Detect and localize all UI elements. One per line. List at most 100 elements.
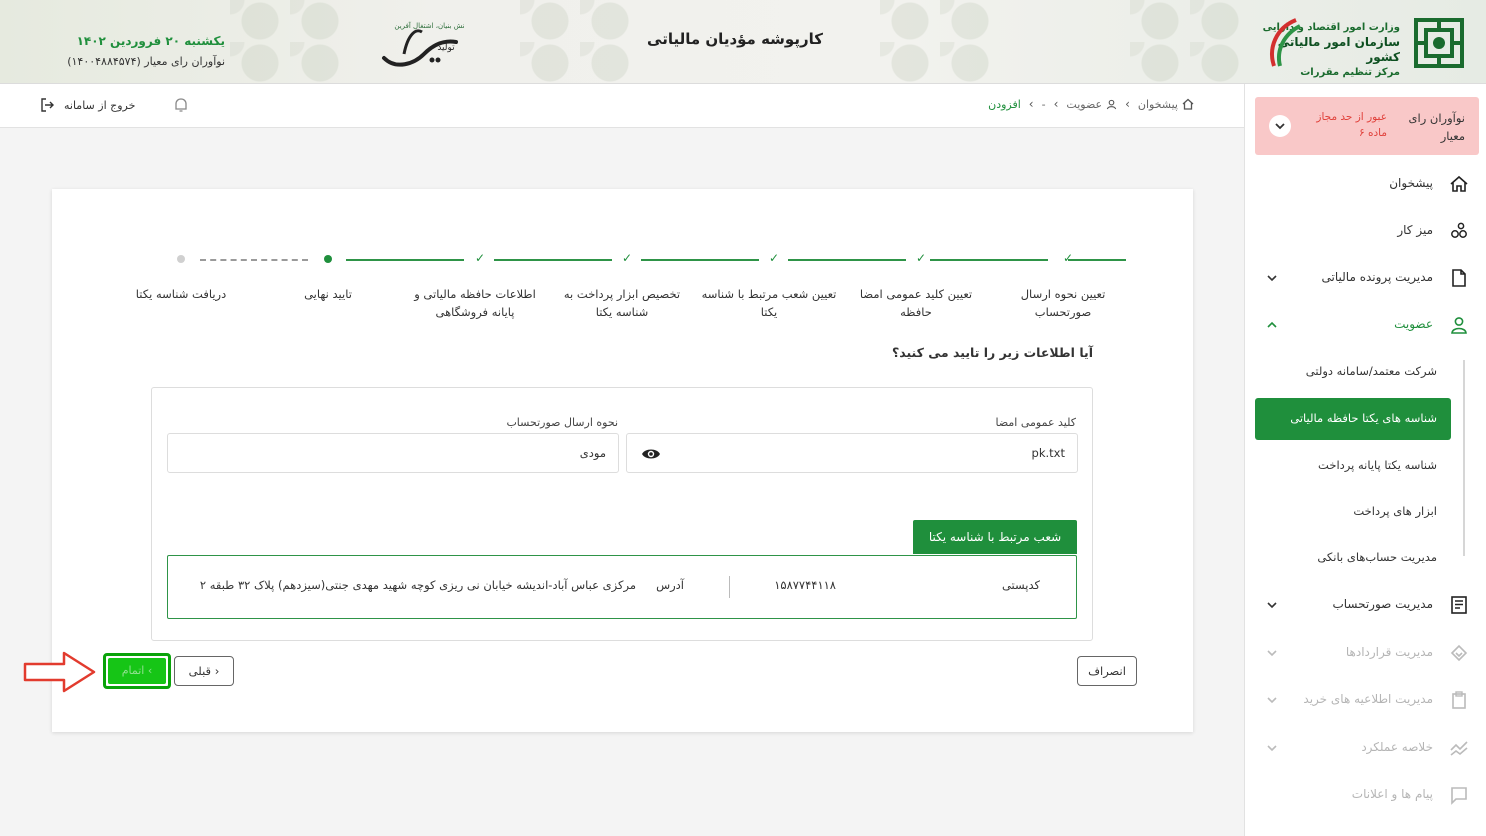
chevron-down-icon bbox=[1267, 602, 1277, 609]
banner-user: نوآوران رای معیار (۱۴۰۰۴۸۸۴۵۷۴) bbox=[67, 55, 225, 68]
prev-button[interactable]: قبلی › bbox=[174, 656, 234, 686]
sidebar-subitem-fiscal-memory-ids[interactable]: شناسه های یکتا حافظه مالیاتی bbox=[1255, 398, 1451, 440]
breadcrumb-home[interactable]: پیشخوان bbox=[1138, 98, 1194, 111]
step-label: تعیین کلید عمومی امضا حافظه bbox=[859, 287, 973, 319]
wizard-card: ✓ ✓ ✓ ✓ ✓ تعیین نحوه ارسال صورتحساب تعیی… bbox=[52, 189, 1193, 732]
chevron-left-icon: ‹ bbox=[1125, 97, 1130, 111]
banner-pattern bbox=[880, 0, 1000, 83]
sidebar-subitem-payment-tools[interactable]: ابزار های پرداخت bbox=[1255, 491, 1451, 533]
sidebar-item-tax-file[interactable]: مدیریت پرونده مالیاتی bbox=[1245, 258, 1486, 298]
cancel-button[interactable]: انصراف bbox=[1077, 656, 1137, 686]
sidebar-item-membership[interactable]: عضویت bbox=[1245, 305, 1486, 345]
logout-button[interactable]: خروج از سامانه bbox=[40, 97, 135, 113]
breadcrumb-dash: - bbox=[1041, 97, 1046, 111]
step-connector bbox=[788, 259, 906, 261]
step-label: تعیین شعب مرتبط با شناسه یکتا bbox=[701, 287, 837, 319]
breadcrumb-membership[interactable]: عضویت bbox=[1066, 98, 1117, 111]
chevron-right-icon: › bbox=[214, 663, 220, 678]
eye-icon[interactable] bbox=[641, 446, 661, 462]
flag-swoosh-icon bbox=[1270, 18, 1301, 67]
emblem-icon bbox=[1414, 18, 1464, 68]
divider bbox=[729, 576, 730, 598]
public-key-label: کلید عمومی امضا bbox=[995, 416, 1076, 429]
step-connector bbox=[346, 259, 464, 261]
sidebar-item-contracts[interactable]: مدیریت قراردادها bbox=[1245, 633, 1486, 673]
bell-icon[interactable] bbox=[172, 96, 190, 114]
sidebar-item-invoices[interactable]: مدیریت صورتحساب bbox=[1245, 585, 1486, 625]
home-icon bbox=[1182, 98, 1194, 110]
sidebar-subitem-trusted-company[interactable]: شرکت معتمد/سامانه دولتی bbox=[1255, 351, 1451, 393]
step-connector bbox=[641, 259, 759, 261]
chevron-down-icon bbox=[1267, 745, 1277, 752]
top-banner: یکشنبه ۲۰ فروردین ۱۴۰۲ نوآوران رای معیار… bbox=[0, 0, 1486, 84]
banner-title: کارپوشه مؤدیان مالیاتی bbox=[647, 30, 823, 48]
chevron-down-icon bbox=[1267, 275, 1277, 282]
chevron-down-icon bbox=[1267, 697, 1277, 704]
step-label: تخصیص ابزار پرداخت به شناسه یکتا bbox=[563, 287, 681, 319]
chevron-left-icon: ‹ bbox=[1053, 97, 1059, 111]
confirm-question: آیا اطلاعات زیر را تایید می کنید؟ bbox=[891, 345, 1093, 360]
breadcrumb-add: افزودن bbox=[988, 97, 1021, 111]
purchase-icon bbox=[1452, 691, 1466, 709]
send-method-label: نحوه ارسال صورتحساب bbox=[506, 416, 618, 429]
step-connector bbox=[1068, 259, 1126, 261]
logout-icon bbox=[41, 98, 54, 112]
sidebar-item-performance[interactable]: خلاصه عملکرد bbox=[1245, 728, 1486, 768]
chevron-up-icon bbox=[1267, 321, 1277, 328]
header-bar: پیشخوان ‹ عضویت ‹ - ‹ افزودن خروج از سام… bbox=[0, 84, 1244, 128]
step-label: تایید نهایی bbox=[304, 287, 352, 301]
step-connector-pending bbox=[200, 259, 308, 261]
banner-date: یکشنبه ۲۰ فروردین ۱۴۰۲ bbox=[76, 34, 225, 48]
user-card[interactable]: نوآوران رای معیار عبور از حد مجاز ماده ۶ bbox=[1255, 97, 1479, 155]
home-icon bbox=[1450, 175, 1468, 192]
invoice-icon bbox=[1451, 596, 1467, 614]
chevron-down-icon bbox=[1267, 650, 1277, 657]
org-logo: وزارت امور اقتصاد و دارایی سازمان امور م… bbox=[1263, 14, 1466, 78]
slogan-logo: دانش بنیان، اشتغال آفرین تولید bbox=[374, 14, 470, 72]
sidebar-subitem-bank-accounts[interactable]: مدیریت حساب‌های بانکی bbox=[1255, 537, 1451, 579]
sidebar-item-dashboard[interactable]: پیشخوان bbox=[1245, 164, 1486, 204]
breadcrumb: پیشخوان ‹ عضویت ‹ - ‹ افزودن bbox=[988, 97, 1194, 111]
finish-button-highlight: اتمام ‹ bbox=[103, 653, 171, 689]
send-method-field[interactable]: مودی bbox=[167, 433, 619, 473]
postal-code-value: ۱۵۸۷۷۴۴۱۱۸ bbox=[774, 578, 836, 592]
sidebar: نوآوران رای معیار عبور از حد مجاز ماده ۶… bbox=[1244, 84, 1486, 836]
step-connector bbox=[494, 259, 612, 261]
file-icon bbox=[1452, 269, 1466, 287]
banner-pattern bbox=[1130, 0, 1250, 83]
step-label: اطلاعات حافظه مالیاتی و پایانه فروشگاهی bbox=[414, 287, 536, 319]
chevron-left-icon: ‹ bbox=[147, 664, 153, 677]
step-current-dot bbox=[324, 255, 332, 263]
sidebar-subitem-payment-terminal-id[interactable]: شناسه یکتا پایانه پرداخت bbox=[1255, 445, 1451, 487]
branch-row: کدپستی ۱۵۸۷۷۴۴۱۱۸ آدرس مرکزی عباس آباد-ا… bbox=[167, 555, 1077, 619]
submenu-rail bbox=[1463, 360, 1465, 556]
address-label: آدرس bbox=[656, 578, 684, 592]
address-value: مرکزی عباس آباد-اندیشه خیابان نی ریزی کو… bbox=[199, 578, 636, 592]
chevron-down-button[interactable] bbox=[1269, 115, 1291, 137]
chevron-down-icon bbox=[1275, 123, 1285, 130]
sidebar-item-messages[interactable]: پیام ها و اعلانات bbox=[1245, 775, 1486, 815]
chevron-left-icon: ‹ bbox=[1028, 97, 1034, 111]
chart-icon bbox=[1450, 741, 1468, 756]
finish-button[interactable]: اتمام ‹ bbox=[108, 658, 166, 684]
user-name: نوآوران رای معیار bbox=[1408, 111, 1466, 143]
summary-box: کلید عمومی امضا pk.txt نحوه ارسال صورتحس… bbox=[151, 387, 1093, 641]
step-label: دریافت شناسه یکتا bbox=[135, 287, 227, 301]
check-icon: ✓ bbox=[621, 251, 633, 265]
public-key-field[interactable]: pk.txt bbox=[626, 433, 1078, 473]
check-icon: ✓ bbox=[915, 251, 927, 265]
postal-code-label: کدپستی bbox=[1001, 578, 1040, 592]
svg-text:تولید: تولید bbox=[437, 43, 455, 53]
red-arrow-icon bbox=[23, 651, 96, 693]
user-warning: عبور از حد مجاز ماده ۶ bbox=[1316, 111, 1387, 139]
branches-tab[interactable]: شعب مرتبط با شناسه یکتا bbox=[913, 520, 1077, 554]
sidebar-item-purchase-notices[interactable]: مدیریت اطلاعیه های خرید bbox=[1245, 680, 1486, 720]
contract-icon bbox=[1450, 644, 1468, 662]
sidebar-item-workspace[interactable]: میز کار bbox=[1245, 211, 1486, 251]
message-icon bbox=[1451, 787, 1467, 805]
svg-text:دانش بنیان، اشتغال آفرین: دانش بنیان، اشتغال آفرین bbox=[394, 21, 464, 30]
step-pending-dot bbox=[177, 255, 185, 263]
stepper: ✓ ✓ ✓ ✓ ✓ تعیین نحوه ارسال صورتحساب تعیی… bbox=[52, 247, 1193, 327]
workspace-icon bbox=[1451, 222, 1467, 238]
step-connector bbox=[930, 259, 1048, 261]
